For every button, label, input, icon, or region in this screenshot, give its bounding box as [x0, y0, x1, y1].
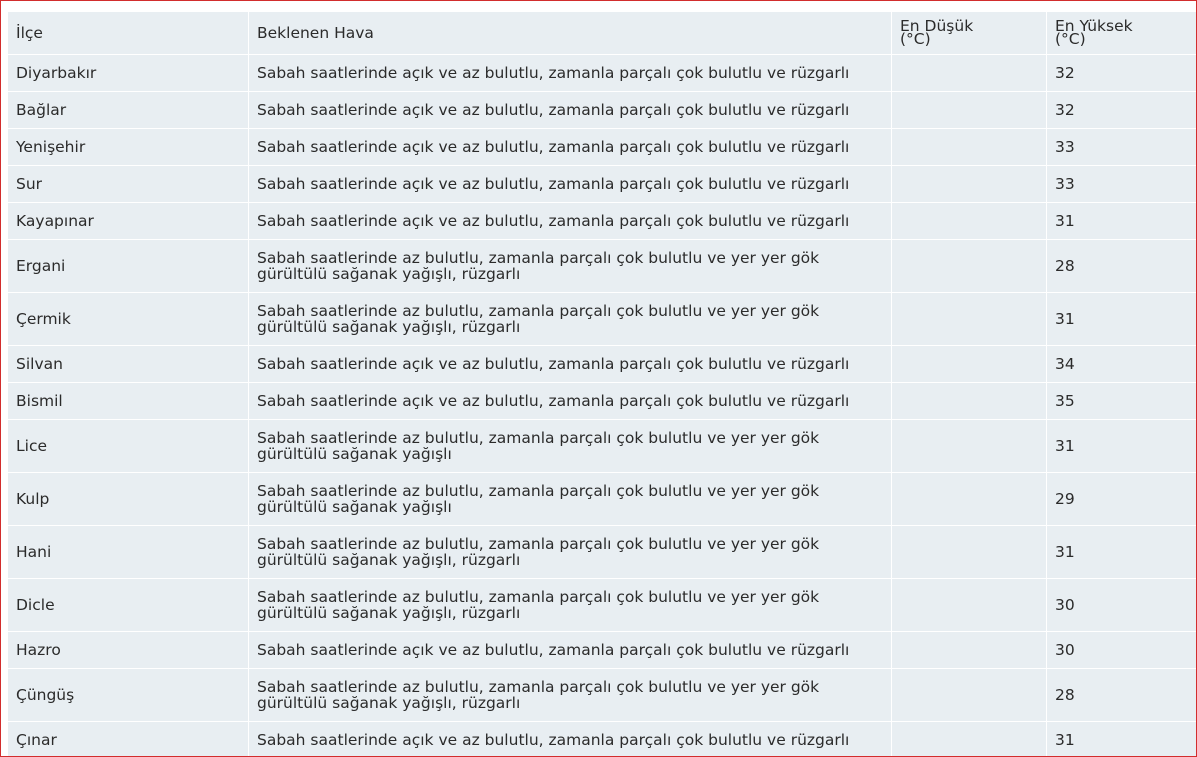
header-weather: Beklenen Hava: [249, 12, 892, 55]
min-temp: [892, 166, 1047, 203]
min-temp: [892, 203, 1047, 240]
min-temp: [892, 129, 1047, 166]
max-temp: 31: [1047, 526, 1196, 579]
table-row: Lice Sabah saatlerinde az bulutlu, zaman…: [8, 420, 1196, 473]
weather-description: Sabah saatlerinde açık ve az bulutlu, za…: [249, 632, 892, 669]
min-temp: [892, 55, 1047, 92]
header-district: İlçe: [8, 12, 249, 55]
table-row: Çüngüş Sabah saatlerinde az bulutlu, zam…: [8, 669, 1196, 722]
table-row: Kulp Sabah saatlerinde az bulutlu, zaman…: [8, 473, 1196, 526]
weather-description: Sabah saatlerinde az bulutlu, zamanla pa…: [249, 473, 892, 526]
max-temp: 30: [1047, 632, 1196, 669]
forecast-panel: İlçe Beklenen Hava En Düşük (°C) En Yüks…: [0, 0, 1197, 757]
district-name: Diyarbakır: [8, 55, 249, 92]
min-temp: [892, 632, 1047, 669]
max-temp: 34: [1047, 346, 1196, 383]
table-row: Kayapınar Sabah saatlerinde açık ve az b…: [8, 203, 1196, 240]
district-name: Çüngüş: [8, 669, 249, 722]
table-row: Dicle Sabah saatlerinde az bulutlu, zama…: [8, 579, 1196, 632]
max-temp: 35: [1047, 383, 1196, 420]
district-name: Dicle: [8, 579, 249, 632]
district-name: Hani: [8, 526, 249, 579]
district-name: Çermik: [8, 293, 249, 346]
min-temp: [892, 526, 1047, 579]
table-row: Çermik Sabah saatlerinde az bulutlu, zam…: [8, 293, 1196, 346]
weather-description: Sabah saatlerinde açık ve az bulutlu, za…: [249, 346, 892, 383]
weather-description: Sabah saatlerinde az bulutlu, zamanla pa…: [249, 420, 892, 473]
max-temp: 31: [1047, 722, 1196, 756]
min-temp: [892, 92, 1047, 129]
district-name: Çınar: [8, 722, 249, 756]
district-name: Ergani: [8, 240, 249, 293]
max-temp: 29: [1047, 473, 1196, 526]
district-name: Kulp: [8, 473, 249, 526]
weather-description: Sabah saatlerinde açık ve az bulutlu, za…: [249, 55, 892, 92]
weather-description: Sabah saatlerinde açık ve az bulutlu, za…: [249, 383, 892, 420]
table-row: Çınar Sabah saatlerinde açık ve az bulut…: [8, 722, 1196, 756]
max-temp: 33: [1047, 166, 1196, 203]
min-temp: [892, 240, 1047, 293]
table-row: Diyarbakır Sabah saatlerinde açık ve az …: [8, 55, 1196, 92]
district-name: Sur: [8, 166, 249, 203]
header-row: İlçe Beklenen Hava En Düşük (°C) En Yüks…: [8, 12, 1196, 55]
header-min-temp: En Düşük (°C): [892, 12, 1047, 55]
weather-description: Sabah saatlerinde açık ve az bulutlu, za…: [249, 129, 892, 166]
min-temp: [892, 420, 1047, 473]
max-temp: 28: [1047, 669, 1196, 722]
min-temp: [892, 293, 1047, 346]
table-row: Bismil Sabah saatlerinde açık ve az bulu…: [8, 383, 1196, 420]
min-temp: [892, 579, 1047, 632]
table-row: Sur Sabah saatlerinde açık ve az bulutlu…: [8, 166, 1196, 203]
weather-description: Sabah saatlerinde az bulutlu, zamanla pa…: [249, 526, 892, 579]
table-row: Hazro Sabah saatlerinde açık ve az bulut…: [8, 632, 1196, 669]
weather-description: Sabah saatlerinde az bulutlu, zamanla pa…: [249, 669, 892, 722]
district-name: Bağlar: [8, 92, 249, 129]
district-name: Lice: [8, 420, 249, 473]
min-temp: [892, 722, 1047, 756]
max-temp: 31: [1047, 420, 1196, 473]
weather-description: Sabah saatlerinde az bulutlu, zamanla pa…: [249, 240, 892, 293]
district-name: Kayapınar: [8, 203, 249, 240]
district-name: Silvan: [8, 346, 249, 383]
min-temp: [892, 383, 1047, 420]
weather-description: Sabah saatlerinde az bulutlu, zamanla pa…: [249, 579, 892, 632]
max-temp: 31: [1047, 293, 1196, 346]
min-temp: [892, 473, 1047, 526]
max-temp: 32: [1047, 55, 1196, 92]
district-name: Hazro: [8, 632, 249, 669]
weather-description: Sabah saatlerinde açık ve az bulutlu, za…: [249, 722, 892, 756]
max-temp: 31: [1047, 203, 1196, 240]
max-temp: 30: [1047, 579, 1196, 632]
min-temp: [892, 669, 1047, 722]
min-temp: [892, 346, 1047, 383]
table-row: Silvan Sabah saatlerinde açık ve az bulu…: [8, 346, 1196, 383]
table-row: Hani Sabah saatlerinde az bulutlu, zaman…: [8, 526, 1196, 579]
table-row: Yenişehir Sabah saatlerinde açık ve az b…: [8, 129, 1196, 166]
weather-description: Sabah saatlerinde açık ve az bulutlu, za…: [249, 203, 892, 240]
table-row: Ergani Sabah saatlerinde az bulutlu, zam…: [8, 240, 1196, 293]
table-row: Bağlar Sabah saatlerinde açık ve az bulu…: [8, 92, 1196, 129]
district-name: Bismil: [8, 383, 249, 420]
district-name: Yenişehir: [8, 129, 249, 166]
forecast-table: İlçe Beklenen Hava En Düşük (°C) En Yüks…: [8, 12, 1196, 756]
max-temp: 32: [1047, 92, 1196, 129]
max-temp: 33: [1047, 129, 1196, 166]
weather-description: Sabah saatlerinde açık ve az bulutlu, za…: [249, 166, 892, 203]
weather-description: Sabah saatlerinde açık ve az bulutlu, za…: [249, 92, 892, 129]
header-max-temp: En Yüksek (°C): [1047, 12, 1196, 55]
weather-description: Sabah saatlerinde az bulutlu, zamanla pa…: [249, 293, 892, 346]
max-temp: 28: [1047, 240, 1196, 293]
